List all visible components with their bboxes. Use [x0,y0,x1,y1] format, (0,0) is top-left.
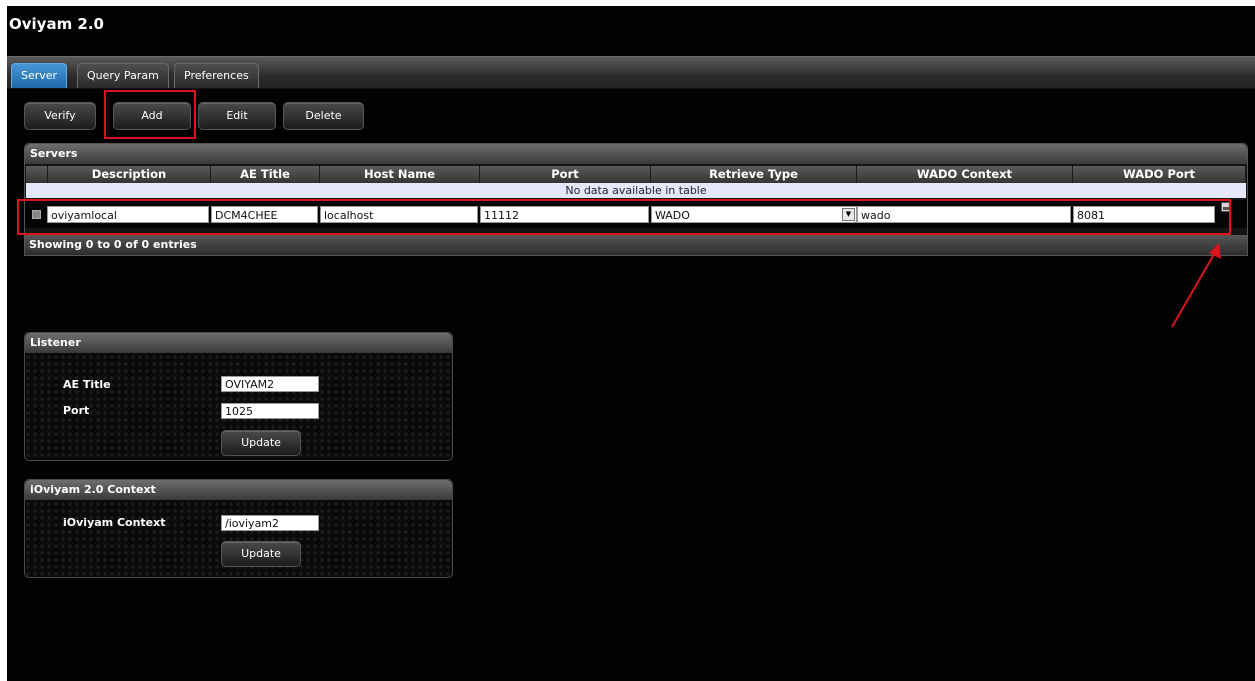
column-header-retrieve-type[interactable]: Retrieve Type [651,166,857,183]
listener-panel: Listener AE Title OVIYAM2 Port 1025 Upda… [24,332,453,461]
delete-button[interactable]: Delete [283,102,364,130]
servers-title: Servers [25,144,1247,164]
add-highlight-box [104,90,196,139]
table-info: Showing 0 to 0 of 0 entries [25,235,1247,255]
table-header: Description AE Title Host Name Port Retr… [26,166,1246,183]
empty-table-message: No data available in table [26,183,1246,198]
app-window: Oviyam 2.0 Server Query Param Preference… [7,6,1255,681]
listener-port-label: Port [63,404,90,417]
verify-button[interactable]: Verify [24,102,96,130]
listener-port-input[interactable]: 1025 [221,403,319,419]
tab-bar: Server Query Param Preferences [7,56,1255,89]
column-header-wado-context[interactable]: WADO Context [857,166,1073,183]
ioviyam-context-panel: iOviyam 2.0 Context iOviyam Context /iov… [24,479,453,578]
tab-server[interactable]: Server [11,63,68,88]
column-header-port[interactable]: Port [480,166,651,183]
listener-update-button[interactable]: Update [221,430,301,456]
column-header-ae-title[interactable]: AE Title [211,166,320,183]
ioviyam-update-button[interactable]: Update [221,541,301,567]
tab-preferences[interactable]: Preferences [174,63,259,88]
ioviyam-context-input[interactable]: /ioviyam2 [221,515,319,531]
annotation-arrow-icon [1171,243,1221,328]
ioviyam-title: iOviyam 2.0 Context [25,480,452,500]
column-header-description[interactable]: Description [48,166,211,183]
app-title: Oviyam 2.0 [9,15,104,33]
edit-button[interactable]: Edit [198,102,276,130]
listener-ae-title-label: AE Title [63,378,111,391]
column-header-wado-port[interactable]: WADO Port [1073,166,1246,183]
row-highlight-box [17,199,1231,235]
column-header-select[interactable] [26,166,48,183]
listener-ae-title-input[interactable]: OVIYAM2 [221,376,319,392]
listener-title: Listener [25,333,452,353]
tab-query-param[interactable]: Query Param [77,63,169,88]
column-header-host-name[interactable]: Host Name [320,166,480,183]
ioviyam-context-label: iOviyam Context [63,516,166,529]
